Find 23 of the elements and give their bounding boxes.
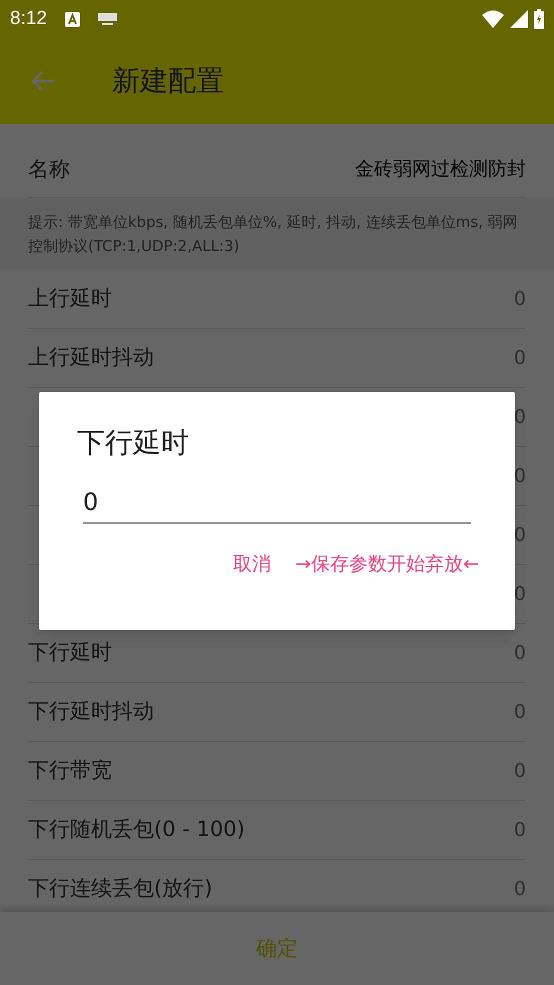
app-bar-title: 新建配置 — [112, 63, 224, 99]
setting-label: 上行延时 — [28, 285, 112, 312]
back-arrow-icon[interactable] — [30, 69, 56, 93]
hint-text: 提示: 带宽单位kbps, 随机丢包单位%, 延时, 抖动, 连续丢包单位ms, 弱网控制协议(TCP:1,UDP:2,ALL:3) — [28, 212, 519, 257]
dialog-title: 下行延时 — [77, 425, 190, 461]
keyboard-icon — [98, 13, 117, 25]
setting-label: 下行随机丢包(0 - 100) — [28, 816, 245, 844]
wifi-icon — [482, 10, 504, 28]
name-label: 名称 — [28, 156, 70, 183]
setting-label: 上行延时抖动 — [28, 344, 154, 372]
dialog-button[interactable]: →保存参数开始弃放← — [295, 550, 479, 578]
status-time: 8:12 — [10, 6, 47, 31]
setting-label: 下行连续丢包(放行) — [28, 875, 212, 902]
dialog-button[interactable]: 取消 — [233, 550, 272, 578]
input-field[interactable]: 0 — [83, 482, 471, 524]
signal-icon — [510, 10, 528, 28]
setting-label: 下行带宽 — [28, 757, 112, 784]
battery-icon — [534, 9, 544, 29]
keyboard-a-icon — [64, 12, 80, 26]
confirm-button[interactable]: 确定 — [240, 924, 314, 972]
name-value[interactable]: 金砖弱网过检测防封 — [355, 155, 526, 184]
setting-label: 下行延时 — [28, 639, 112, 666]
setting-label: 下行延时抖动 — [28, 698, 154, 726]
